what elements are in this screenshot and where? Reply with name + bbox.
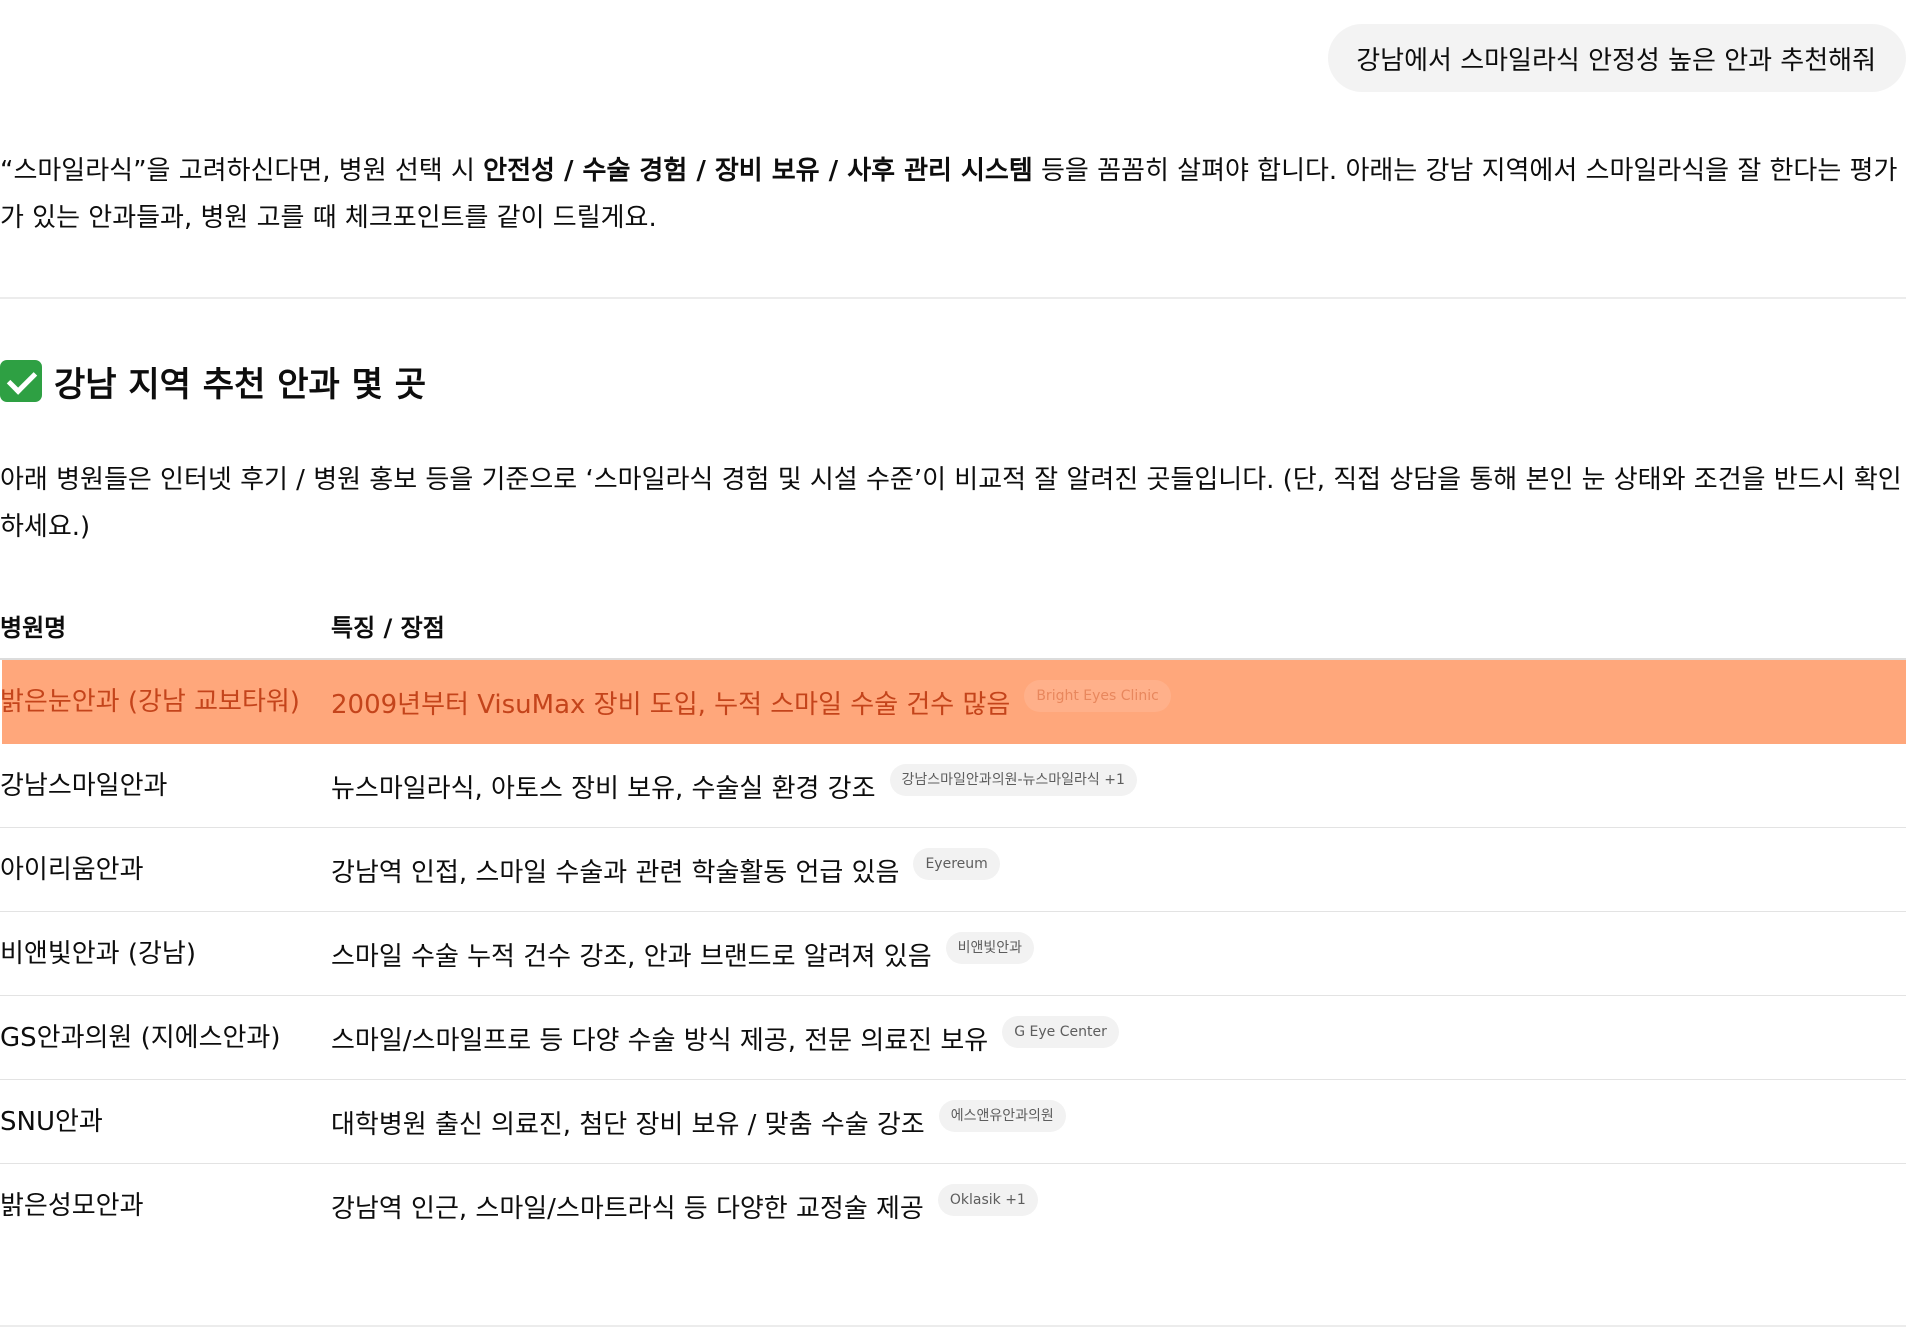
source-citation-chip[interactable]: Eyereum xyxy=(913,848,1000,880)
clinic-features: 강남역 인근, 스마일/스마트라식 등 다양한 교정술 제공 xyxy=(331,1194,924,1224)
clinic-table: 병원명 특징 / 장점 밝은눈안과 (강남 교보타워) 2009년부터 Visu… xyxy=(0,592,1906,1248)
user-message-text: 강남에서 스마일라식 안정성 높은 안과 추천해줘 xyxy=(1356,45,1876,76)
clinic-features-cell: 강남역 인접, 스마일 수술과 관련 학술활동 언급 있음 Eyereum xyxy=(331,828,1906,912)
intro-text-before: “스마일라식”을 고려하신다면, 병원 선택 시 xyxy=(0,156,484,186)
user-message-bubble: 강남에서 스마일라식 안정성 높은 안과 추천해줘 xyxy=(1328,24,1906,92)
source-citation-chip[interactable]: Oklasik +1 xyxy=(937,1184,1038,1216)
clinic-features: 대학병원 출신 의료진, 첨단 장비 보유 / 맞춤 수술 강조 xyxy=(331,1110,925,1140)
source-citation-chip[interactable]: 강남스마일안과의원-뉴스마일라식 +1 xyxy=(889,764,1137,796)
source-citation-chip[interactable]: 비앤빛안과 xyxy=(945,932,1035,964)
section-heading: 강남 지역 추천 안과 몇 곳 xyxy=(0,356,426,406)
clinic-features: 스마일/스마일프로 등 다양 수술 방식 제공, 전문 의료진 보유 xyxy=(331,1026,989,1056)
clinic-name: 강남스마일안과 xyxy=(0,771,168,801)
clinic-features-cell: 스마일 수술 누적 건수 강조, 안과 브랜드로 알려져 있음 비앤빛안과 xyxy=(331,912,1906,996)
clinic-features-cell: 강남역 인근, 스마일/스마트라식 등 다양한 교정술 제공 Oklasik +… xyxy=(331,1164,1906,1248)
intro-paragraph: “스마일라식”을 고려하신다면, 병원 선택 시 안전성 / 수술 경험 / 장… xyxy=(0,148,1906,242)
table-header-row: 병원명 특징 / 장점 xyxy=(0,592,1906,660)
clinic-name: 아이리움안과 xyxy=(0,855,144,885)
clinic-name: 밝은성모안과 xyxy=(0,1191,144,1221)
table-row[interactable]: 밝은눈안과 (강남 교보타워) 2009년부터 VisuMax 장비 도입, 누… xyxy=(0,660,1906,744)
table-row: SNU안과 대학병원 출신 의료진, 첨단 장비 보유 / 맞춤 수술 강조 에… xyxy=(0,1080,1906,1164)
clinic-features: 스마일 수술 누적 건수 강조, 안과 브랜드로 알려져 있음 xyxy=(331,942,932,972)
clinic-features-cell: 뉴스마일라식, 아토스 장비 보유, 수술실 환경 강조 강남스마일안과의원-뉴… xyxy=(331,744,1906,828)
table-row: 강남스마일안과 뉴스마일라식, 아토스 장비 보유, 수술실 환경 강조 강남스… xyxy=(0,744,1906,828)
table-row: GS안과의원 (지에스안과) 스마일/스마일프로 등 다양 수술 방식 제공, … xyxy=(0,996,1906,1080)
section-divider xyxy=(0,297,1906,299)
clinic-name: GS안과의원 (지에스안과) xyxy=(0,1023,281,1053)
bottom-divider xyxy=(0,1325,1906,1327)
clinic-features: 2009년부터 VisuMax 장비 도입, 누적 스마일 수술 건수 많음 xyxy=(331,690,1011,720)
clinic-features-cell: 2009년부터 VisuMax 장비 도입, 누적 스마일 수술 건수 많음 B… xyxy=(331,660,1906,744)
source-citation-chip[interactable]: Bright Eyes Clinic xyxy=(1024,680,1171,712)
clinic-features-cell: 스마일/스마일프로 등 다양 수술 방식 제공, 전문 의료진 보유 G Eye… xyxy=(331,996,1906,1080)
column-header-features: 특징 / 장점 xyxy=(331,613,445,642)
section-description: 아래 병원들은 인터넷 후기 / 병원 홍보 등을 기준으로 ‘스마일라식 경험… xyxy=(0,465,1902,542)
clinic-name: SNU안과 xyxy=(0,1107,103,1137)
table-row: 아이리움안과 강남역 인접, 스마일 수술과 관련 학술활동 언급 있음 Eye… xyxy=(0,828,1906,912)
clinic-name: 비앤빛안과 (강남) xyxy=(0,939,196,969)
clinic-features: 뉴스마일라식, 아토스 장비 보유, 수술실 환경 강조 xyxy=(331,774,876,804)
clinic-features: 강남역 인접, 스마일 수술과 관련 학술활동 언급 있음 xyxy=(331,858,900,888)
source-citation-chip[interactable]: G Eye Center xyxy=(1002,1016,1119,1048)
column-header-name: 병원명 xyxy=(0,613,67,642)
source-citation-chip[interactable]: 에스앤유안과의원 xyxy=(938,1100,1066,1132)
clinic-name: 밝은눈안과 (강남 교보타워) xyxy=(0,687,300,717)
table-row: 밝은성모안과 강남역 인근, 스마일/스마트라식 등 다양한 교정술 제공 Ok… xyxy=(0,1164,1906,1248)
check-mark-icon xyxy=(0,360,42,402)
table-row: 비앤빛안과 (강남) 스마일 수술 누적 건수 강조, 안과 브랜드로 알려져 … xyxy=(0,912,1906,996)
section-title: 강남 지역 추천 안과 몇 곳 xyxy=(54,364,426,405)
intro-bold-text: 안전성 / 수술 경험 / 장비 보유 / 사후 관리 시스템 xyxy=(483,156,1033,186)
clinic-features-cell: 대학병원 출신 의료진, 첨단 장비 보유 / 맞춤 수술 강조 에스앤유안과의… xyxy=(331,1080,1906,1164)
